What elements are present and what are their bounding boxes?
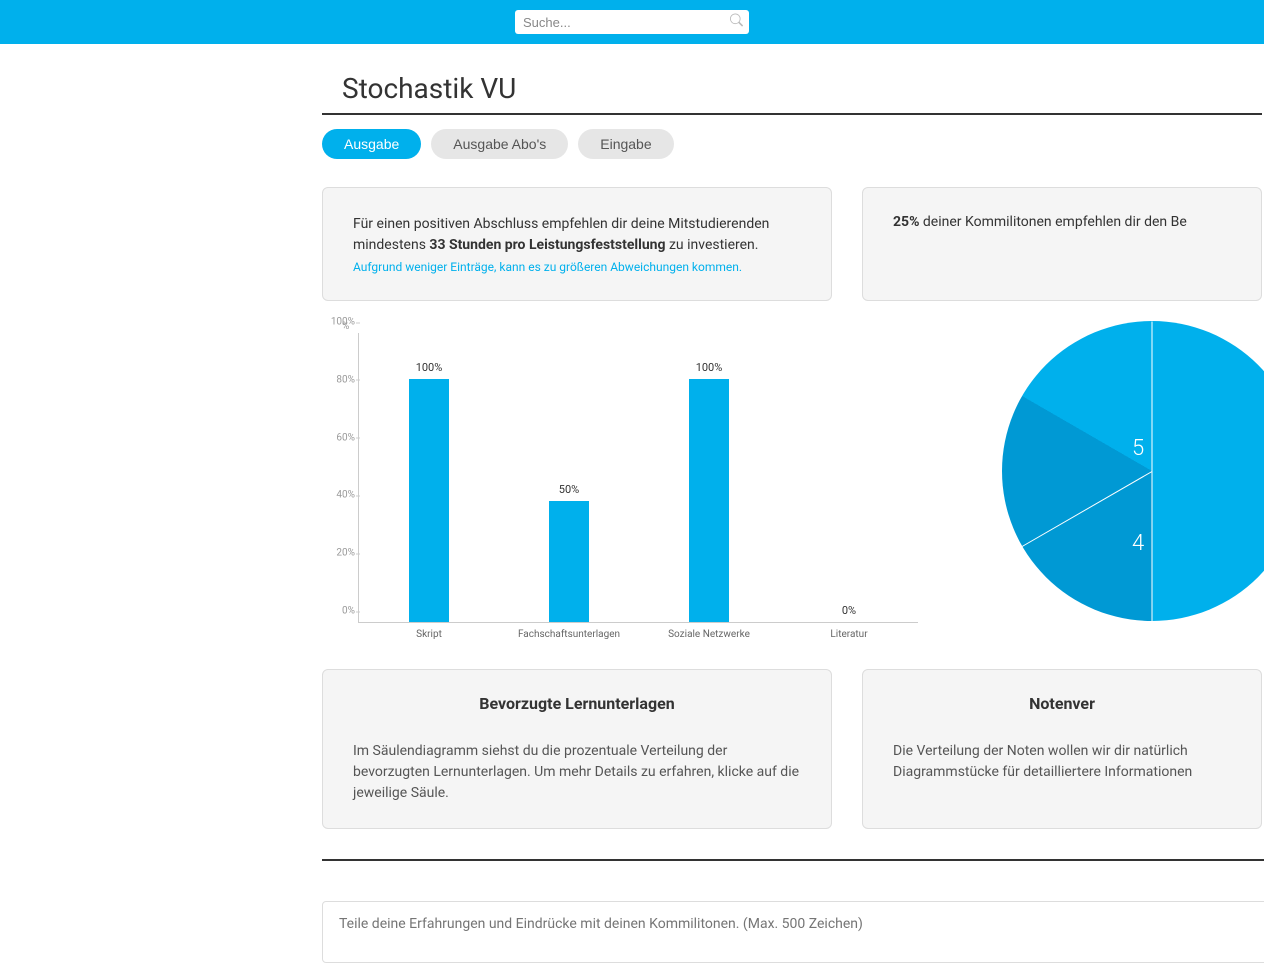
tab-eingabe[interactable]: Eingabe bbox=[578, 129, 673, 159]
pie-label-5: 5 bbox=[1132, 436, 1144, 461]
pie-label-4: 4 bbox=[1132, 531, 1144, 556]
bar-0[interactable]: 100% bbox=[409, 379, 449, 622]
recommendation-text: Für einen positiven Abschluss empfehlen … bbox=[353, 214, 801, 256]
search-wrap bbox=[515, 10, 749, 34]
bar-col-1[interactable]: 50% Fachschaftsunterlagen bbox=[499, 501, 639, 622]
recommendation-card: Für einen positiven Abschluss empfehlen … bbox=[322, 187, 832, 301]
section-divider bbox=[322, 859, 1264, 861]
bar-val-1: 50% bbox=[559, 483, 579, 496]
bar-1[interactable]: 50% bbox=[549, 501, 589, 622]
pie[interactable]: 5 4 bbox=[1002, 321, 1264, 621]
y-tick-40: 40% bbox=[325, 490, 355, 501]
rec-right-bold: 25% bbox=[893, 214, 919, 230]
desc-card-right: Notenver Die Verteilung der Noten wollen… bbox=[862, 669, 1262, 829]
pie-divider-2 bbox=[1152, 472, 1153, 622]
feedback-textarea[interactable] bbox=[322, 901, 1264, 963]
y-tick-100: 100% bbox=[325, 317, 355, 328]
bar-col-0[interactable]: 100% Skript bbox=[359, 379, 499, 622]
pie-chart: 5 4 bbox=[942, 321, 1262, 651]
rec-suffix: zu investieren. bbox=[666, 237, 759, 253]
y-tick-80: 80% bbox=[325, 374, 355, 385]
bar-cat-3: Literatur bbox=[779, 629, 919, 640]
pie-divider-1 bbox=[1152, 322, 1153, 472]
topbar bbox=[0, 0, 1264, 44]
bar-val-0: 100% bbox=[416, 361, 443, 374]
bar-val-2: 100% bbox=[696, 361, 723, 374]
bar-cat-1: Fachschaftsunterlagen bbox=[499, 629, 639, 640]
page-title: Stochastik VU bbox=[322, 64, 1262, 115]
y-tick-20: 20% bbox=[325, 548, 355, 559]
search-input[interactable] bbox=[515, 10, 749, 34]
bar-cat-2: Soziale Netzwerke bbox=[639, 629, 779, 640]
desc-card-left: Bevorzugte Lernunterlagen Im Säulendiagr… bbox=[322, 669, 832, 829]
y-tick-60: 60% bbox=[325, 432, 355, 443]
rec-right-text: deiner Kommilitonen empfehlen dir den Be bbox=[919, 214, 1186, 230]
tab-ausgabe-abos[interactable]: Ausgabe Abo's bbox=[431, 129, 568, 159]
desc-text-right: Die Verteilung der Noten wollen wir dir … bbox=[893, 741, 1231, 783]
tabs: Ausgabe Ausgabe Abo's Eingabe bbox=[322, 129, 1262, 159]
tab-ausgabe[interactable]: Ausgabe bbox=[322, 129, 421, 159]
bar-col-2[interactable]: 100% Soziale Netzwerke bbox=[639, 379, 779, 622]
desc-title-right: Notenver bbox=[893, 694, 1231, 713]
desc-text-left: Im Säulendiagramm siehst du die prozentu… bbox=[353, 741, 801, 804]
bar-cat-0: Skript bbox=[359, 629, 499, 640]
bar-plot: 0% 20% 40% 60% 80% 100% 100% Skript 50% … bbox=[358, 333, 918, 623]
desc-title-left: Bevorzugte Lernunterlagen bbox=[353, 694, 801, 713]
y-tick-0: 0% bbox=[325, 606, 355, 617]
bar-chart: % 0% 20% 40% 60% 80% 100% 100% Skript 50… bbox=[322, 321, 912, 651]
bar-val-3: 0% bbox=[842, 604, 856, 617]
recommendation-right-card: 25% deiner Kommilitonen empfehlen dir de… bbox=[862, 187, 1262, 301]
recommendation-right-text: 25% deiner Kommilitonen empfehlen dir de… bbox=[893, 214, 1231, 230]
rec-bold: 33 Stunden pro Leistungsfeststellung bbox=[429, 237, 665, 253]
recommendation-note[interactable]: Aufgrund weniger Einträge, kann es zu gr… bbox=[353, 260, 801, 274]
bar-2[interactable]: 100% bbox=[689, 379, 729, 622]
